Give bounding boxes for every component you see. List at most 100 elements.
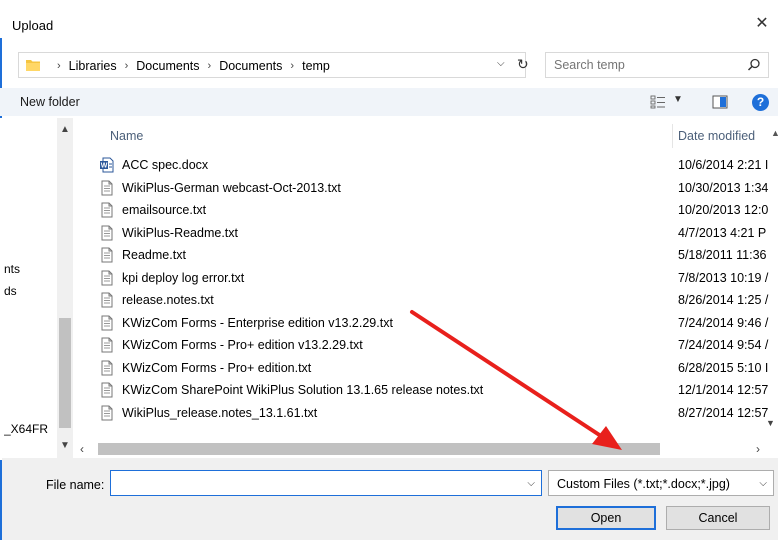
chevron-down-icon[interactable]: ⌵ [759,478,767,489]
search-icon[interactable] [746,57,762,73]
nav-item-1[interactable]: nts [4,262,20,276]
file-row[interactable]: Readme.txt 5/18/2011 11:36 [74,244,778,267]
column-header-row: Name Date modified ▲ [74,124,778,148]
file-type-filter-value: Custom Files (*.txt;*.docx;*.jpg) [557,477,730,491]
file-date-modified: 8/27/2014 12:57 [678,405,769,420]
open-button[interactable]: Open [556,506,656,530]
file-rows: W ACC spec.docx 10/6/2014 2:21 I WikiPlus-G… [74,154,778,424]
file-date-modified: 5/18/2011 11:36 [678,248,767,262]
text-file-icon [101,382,113,398]
file-name: KWizCom Forms - Pro+ edition v13.2.29.tx… [122,338,363,352]
breadcrumb-separator[interactable]: › [125,60,129,72]
chevron-down-icon[interactable]: ⌵ [527,478,535,489]
file-row[interactable]: release.notes.txt 8/26/2014 1:25 / [74,289,778,312]
refresh-icon[interactable]: ↻ [517,56,529,73]
breadcrumb-libraries[interactable]: Libraries [69,59,117,73]
svg-text:W: W [101,163,108,170]
text-file-icon [101,202,113,218]
horizontal-scrollbar[interactable]: ‹ › [74,440,778,458]
file-date-modified: 7/24/2014 9:54 / [678,338,769,352]
file-date-modified: 12/1/2014 12:57 [678,383,769,397]
search-box[interactable] [545,52,769,78]
file-name: KWizCom Forms - Pro+ edition.txt [122,360,312,375]
file-name: KWizCom Forms - Enterprise edition v13.2… [122,315,393,330]
nav-scroll-thumb[interactable] [59,318,71,428]
text-file-icon [101,180,113,195]
file-row[interactable]: KWizCom SharePoint WikiPlus Solution 13.… [74,379,778,402]
file-date-modified: 10/20/2013 12:0 [678,203,769,217]
scroll-right-icon[interactable]: › [756,442,760,456]
new-folder-button[interactable]: New folder [20,95,80,109]
help-icon[interactable]: ? [752,94,769,111]
scroll-down-icon[interactable]: ▼ [766,418,775,428]
command-bar: New folder ▼ ? [0,88,778,116]
text-file-icon [101,270,113,285]
horizontal-scroll-thumb[interactable] [98,443,660,455]
column-divider[interactable] [672,124,673,148]
file-name: WikiPlus_release.notes_13.1.61.txt [122,405,318,420]
file-row[interactable]: WikiPlus_release.notes_13.1.61.txt 8/27/2… [74,402,778,425]
file-row[interactable]: WikiPlus-German webcast-Oct-2013.txt 10/3… [74,177,778,200]
text-file-icon [101,225,113,240]
file-row[interactable]: KWizCom Forms - Pro+ edition v13.2.29.tx… [74,334,778,357]
file-name: WikiPlus-Readme.txt [122,225,238,240]
file-name: emailsource.txt [122,203,207,217]
file-type-filter[interactable]: Custom Files (*.txt;*.docx;*.jpg) ⌵ [548,470,774,496]
breadcrumb-separator[interactable]: › [208,60,212,72]
breadcrumb-separator[interactable]: › [290,60,294,72]
file-date-modified: 10/30/2013 1:34 [678,180,769,195]
file-row[interactable]: W ACC spec.docx 10/6/2014 2:21 I [74,154,778,177]
scroll-down-icon[interactable]: ▼ [60,440,70,451]
file-name: kpi deploy log error.txt [122,270,245,285]
file-name: release.notes.txt [122,293,214,307]
chevron-down-icon[interactable]: ⌵ [497,58,505,69]
dialog-footer: File name: ⌵ Custom Files (*.txt;*.docx;… [2,458,778,540]
file-date-modified: 7/8/2013 10:19 / [678,270,769,285]
file-row[interactable]: KWizCom Forms - Enterprise edition v13.2… [74,312,778,335]
file-date-modified: 8/26/2014 1:25 / [678,293,769,307]
file-row[interactable]: kpi deploy log error.txt 7/8/2013 10:19 / [74,267,778,290]
file-row[interactable]: emailsource.txt 10/20/2013 12:0 [74,199,778,222]
text-file-icon [101,292,113,308]
nav-item-2[interactable]: ds [4,284,17,298]
file-date-modified: 4/7/2013 4:21 P [678,225,767,240]
scroll-up-icon[interactable]: ▲ [60,124,70,135]
file-row[interactable]: WikiPlus-Readme.txt 4/7/2013 4:21 P [74,222,778,245]
upload-dialog: Upload ✕ › Libraries › Documents › Docum… [0,0,778,540]
column-header-name[interactable]: Name [110,129,143,143]
preview-pane-icon[interactable] [712,95,728,109]
view-options-icon[interactable] [650,95,666,109]
search-input[interactable] [554,58,734,72]
file-name: ACC spec.docx [122,158,209,172]
text-file-icon [101,247,113,263]
nav-scrollbar[interactable]: ▲ ▼ [57,118,73,460]
file-name-input[interactable] [115,475,515,489]
breadcrumb-temp[interactable]: temp [302,59,330,73]
word-document-icon: W [100,157,114,173]
title-bar: Upload ✕ [0,0,778,38]
file-name: Readme.txt [122,248,186,262]
breadcrumb-separator: › [57,60,61,72]
nav-item-3[interactable]: _X64FR [4,422,48,436]
folder-icon [26,60,40,71]
breadcrumb-documents-1[interactable]: Documents [136,59,199,73]
text-file-icon [101,360,113,375]
close-button[interactable]: ✕ [750,14,774,36]
window-title: Upload [12,18,54,33]
cancel-button[interactable]: Cancel [666,506,770,530]
file-name-label: File name: [46,478,105,492]
breadcrumb-documents-2[interactable]: Documents [219,59,282,73]
column-header-date-modified[interactable]: Date modified [678,129,755,143]
address-bar[interactable]: › Libraries › Documents › Documents › te… [18,52,529,78]
scroll-up-icon[interactable]: ▲ [771,128,778,138]
text-file-icon [101,315,113,330]
file-row[interactable]: KWizCom Forms - Pro+ edition.txt 6/28/201… [74,357,778,380]
file-name: WikiPlus-German webcast-Oct-2013.txt [122,180,341,195]
view-dropdown-icon[interactable]: ▼ [673,94,683,105]
list-scrollbar[interactable]: ▼ [764,410,778,440]
file-name: KWizCom SharePoint WikiPlus Solution 13.… [122,383,484,397]
scroll-left-icon[interactable]: ‹ [80,442,84,456]
file-date-modified: 10/6/2014 2:21 I [678,158,769,172]
file-name-combobox[interactable]: ⌵ [110,470,542,496]
text-file-icon [101,337,113,353]
